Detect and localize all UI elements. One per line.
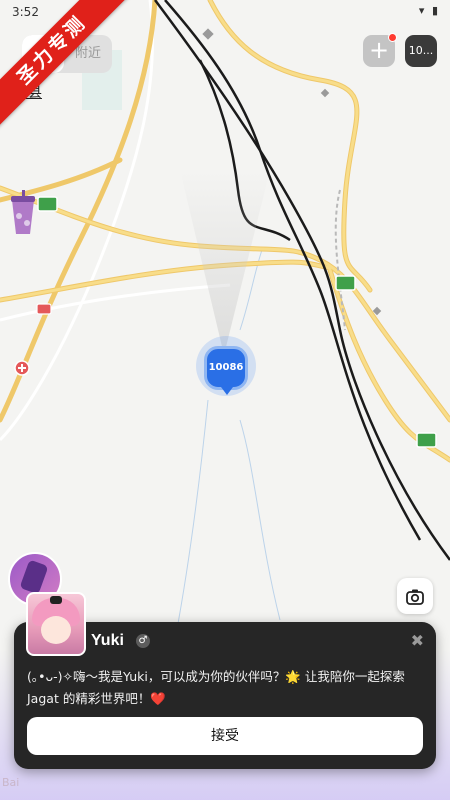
status-icons: ▾ ▮ <box>418 4 440 17</box>
plus-icon: + <box>368 36 390 64</box>
camera-button[interactable] <box>397 578 433 614</box>
companion-invite-card: Yuki ♂ ✖ (｡•ᴗ-)✧嗨～我是Yuki，可以成为你的伙伴吗？🌟 让我陪… <box>14 592 436 769</box>
avatar-float-icon <box>19 559 49 595</box>
drink-poi-icon[interactable] <box>8 190 38 236</box>
companion-avatar <box>26 592 86 656</box>
watermark: Bai <box>2 776 20 789</box>
avatar-bow <box>50 596 62 604</box>
marker-label: 10086 <box>204 346 248 390</box>
marker-tip <box>221 387 233 395</box>
add-button[interactable]: + <box>363 33 397 67</box>
notification-dot <box>388 33 397 42</box>
companion-message: (｡•ᴗ-)✧嗨～我是Yuki，可以成为你的伙伴吗？🌟 让我陪你一起探索 Jag… <box>27 669 405 706</box>
accept-button[interactable]: 接受 <box>27 717 423 755</box>
gender-icon: ♂ <box>136 634 150 648</box>
message-button[interactable]: 10... <box>405 35 437 67</box>
companion-name: Yuki <box>91 632 124 649</box>
user-location-marker[interactable]: 10086 <box>196 336 256 402</box>
avatar-face <box>41 616 71 644</box>
status-time: 3:52 <box>12 5 39 19</box>
camera-icon <box>406 589 424 605</box>
close-icon[interactable]: ✖ <box>411 631 424 650</box>
